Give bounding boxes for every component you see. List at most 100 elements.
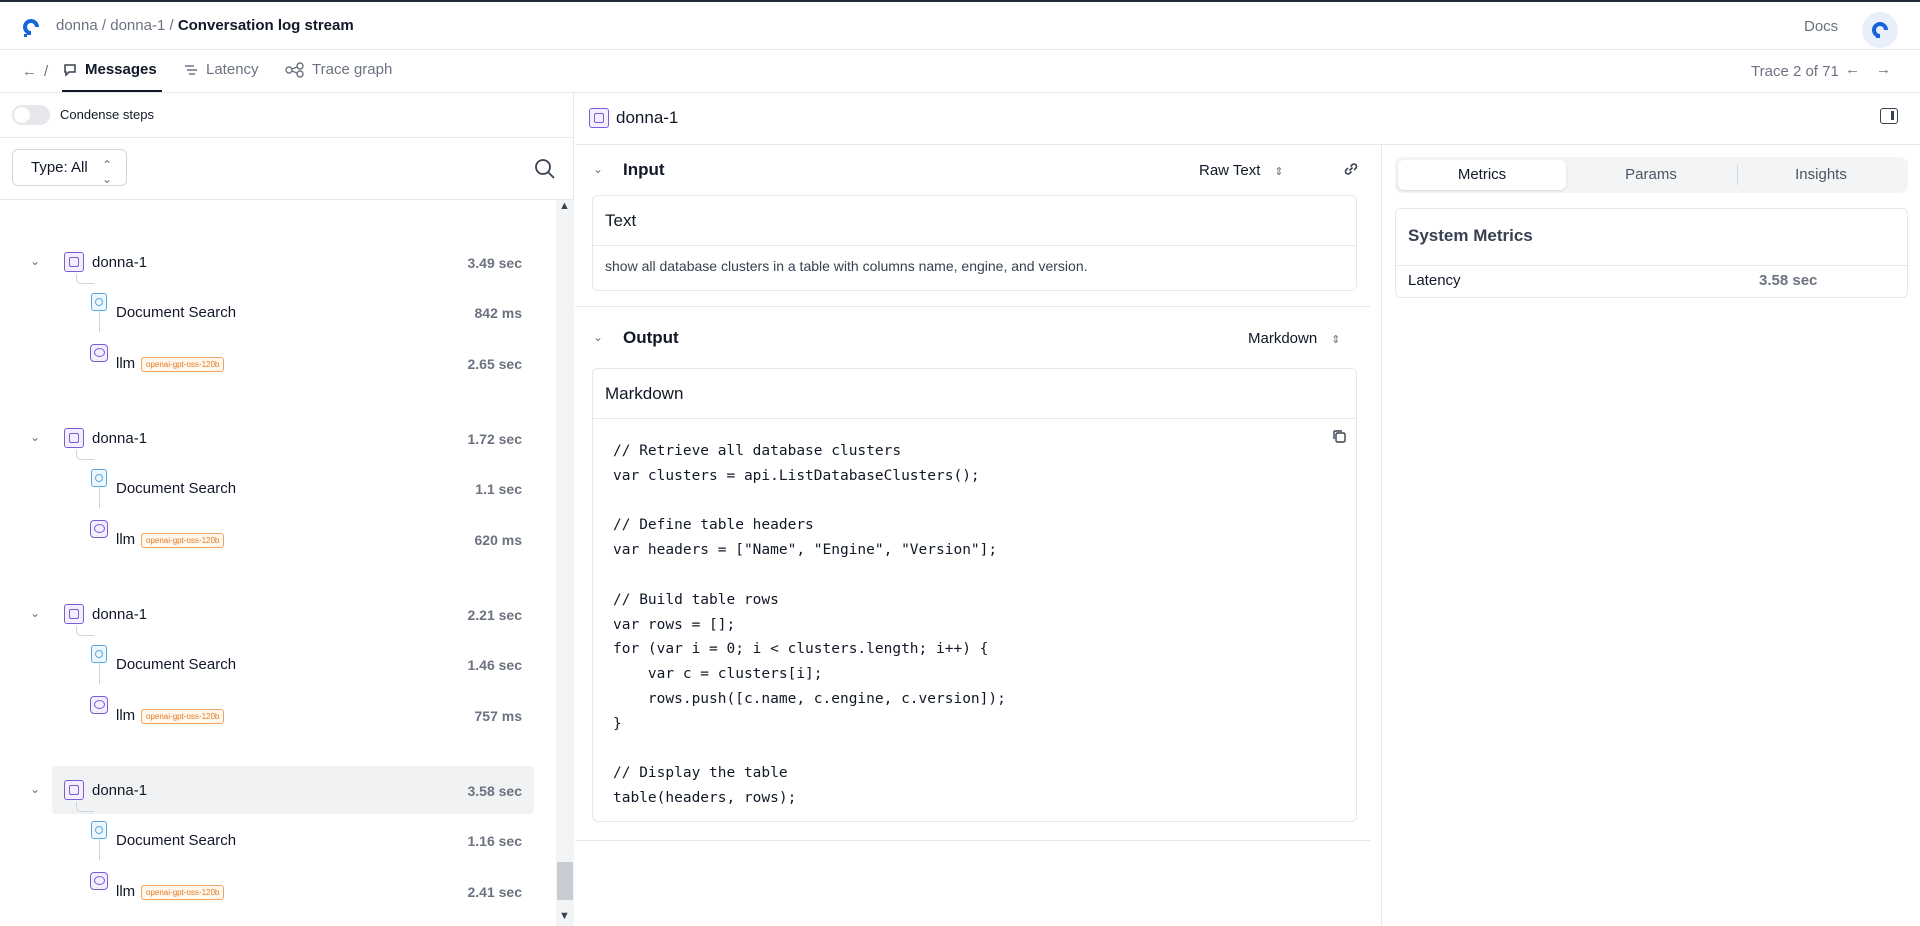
input-text: show all database clusters in a table wi… [605, 258, 1088, 274]
link-icon[interactable] [1342, 160, 1360, 178]
agent-icon [64, 428, 84, 448]
toggle-sidebar-icon[interactable] [1880, 108, 1898, 124]
back-arrow-icon[interactable]: ← [22, 63, 37, 80]
scroll-thumb[interactable] [557, 862, 573, 900]
output-section-header[interactable]: ⌄ Output Markdown ⇕ [575, 313, 1382, 361]
span-name: Document Search [116, 304, 237, 321]
child-span-row[interactable]: llm 757 ms openai-gpt-oss-120b [0, 694, 556, 740]
chevron-down-icon[interactable]: ⌄ [30, 254, 40, 268]
prev-trace-icon[interactable]: ← [1845, 61, 1860, 78]
span-duration: 1.72 sec [467, 431, 523, 447]
divider [1396, 265, 1907, 266]
breadcrumb-agent[interactable]: donna-1 [110, 17, 165, 34]
search-icon[interactable] [534, 158, 556, 180]
breadcrumb: donna / donna-1 / Conversation log strea… [56, 17, 354, 34]
span-duration: 1.1 sec [475, 481, 522, 497]
span-name: donna-1 [92, 430, 148, 447]
chevron-down-icon[interactable]: ⌄ [30, 430, 40, 444]
message-icon [64, 63, 76, 77]
span-name: Document Search [116, 656, 237, 673]
output-code: // Retrieve all database clusters var cl… [613, 443, 1006, 807]
tab-metrics[interactable]: Metrics [1398, 160, 1566, 190]
span-duration: 2.21 sec [467, 607, 523, 623]
llm-brain-icon [90, 872, 108, 890]
trace-graph-icon [285, 61, 304, 78]
output-card-title: Markdown [593, 369, 1356, 419]
latency-icon [185, 64, 197, 75]
tab-latency[interactable]: Latency [183, 61, 259, 78]
scroll-down-icon[interactable]: ▼ [559, 910, 570, 922]
metrics-tab-group: Metrics Params Insights [1395, 157, 1908, 193]
child-span-row[interactable]: Document Search 1.1 sec [0, 467, 556, 513]
output-section-title: Output [623, 328, 679, 347]
condense-row: Condense steps [0, 93, 574, 138]
child-span-row[interactable]: llm 2.65 sec openai-gpt-oss-120b [0, 342, 556, 388]
child-span-row[interactable]: Document Search 1.46 sec [0, 643, 556, 689]
tab-label: Trace graph [312, 61, 393, 78]
chevron-down-icon[interactable]: ⌄ [593, 330, 603, 344]
active-tab-indicator [62, 90, 162, 92]
condense-steps-label: Condense steps [60, 107, 154, 122]
span-name: llm [116, 707, 136, 724]
type-filter-select[interactable]: Type: All ⌃ ⌄ [12, 149, 127, 186]
span-name: llm [116, 883, 136, 900]
tab-params[interactable]: Params [1567, 160, 1735, 190]
span-name: llm [116, 355, 136, 372]
llm-brain-icon [90, 344, 108, 362]
tab-trace-graph[interactable]: Trace graph [285, 61, 392, 78]
span-duration: 757 ms [474, 708, 522, 724]
span-duration: 3.58 sec [467, 783, 523, 799]
digitalocean-logo-icon [1872, 22, 1888, 38]
child-span-row[interactable]: llm 620 ms openai-gpt-oss-120b [0, 518, 556, 564]
output-format-value: Markdown [1248, 330, 1318, 347]
trace-counter: Trace 2 of 71 [1751, 63, 1839, 80]
tree-connector [76, 274, 94, 284]
digitalocean-logo-icon[interactable] [20, 16, 42, 38]
child-span-row[interactable]: Document Search 842 ms [0, 291, 556, 337]
chevron-up-down-icon: ⌃ ⌄ [101, 158, 112, 186]
breadcrumb-current: Conversation log stream [177, 17, 354, 34]
span-name: Document Search [116, 480, 237, 497]
span-duration: 620 ms [474, 532, 522, 548]
agent-icon [64, 780, 84, 800]
llm-brain-icon [90, 696, 108, 714]
input-format-select[interactable]: Raw Text ⇕ [1199, 162, 1284, 179]
chevron-down-icon[interactable]: ⌄ [593, 162, 603, 176]
span-tree: ⌄ donna-1 3.49 sec Document Search 842 ms llm… [0, 200, 556, 926]
span-name: donna-1 [92, 254, 148, 271]
document-search-icon [91, 469, 107, 487]
document-search-icon [91, 821, 107, 839]
breadcrumb-org[interactable]: donna [56, 17, 98, 34]
condense-steps-toggle[interactable] [12, 105, 50, 125]
child-span-row[interactable]: llm 2.41 sec openai-gpt-oss-120b [0, 870, 556, 916]
model-badge: openai-gpt-oss-120b [141, 885, 225, 900]
input-section-header[interactable]: ⌄ Input Raw Text ⇕ [575, 145, 1382, 193]
scroll-up-icon[interactable]: ▲ [559, 200, 570, 212]
span-duration: 1.46 sec [467, 657, 523, 673]
avatar[interactable] [1862, 12, 1898, 48]
tab-insights[interactable]: Insights [1737, 160, 1905, 190]
tab-bar: ← / Messages Latency Trace graph Trace 2… [0, 50, 1920, 93]
tree-scrollbar[interactable]: ▲ ▼ [556, 200, 574, 926]
detail-title: donna-1 [616, 108, 679, 127]
output-format-select[interactable]: Markdown ⇕ [1248, 330, 1340, 347]
span-duration: 3.49 sec [467, 255, 523, 271]
chevron-down-icon[interactable]: ⌄ [30, 606, 40, 620]
agent-icon [64, 604, 84, 624]
document-search-icon [91, 645, 107, 663]
tree-connector [76, 626, 94, 636]
tab-messages[interactable]: Messages [62, 61, 157, 78]
chevron-down-icon[interactable]: ⌄ [30, 782, 40, 796]
filter-row: Type: All ⌃ ⌄ [0, 138, 574, 200]
system-metrics-title: System Metrics [1408, 226, 1533, 245]
input-section-title: Input [623, 160, 665, 179]
span-name: donna-1 [92, 782, 148, 799]
child-span-row[interactable]: Document Search 1.16 sec [0, 819, 556, 865]
span-duration: 2.41 sec [467, 884, 523, 900]
input-format-value: Raw Text [1199, 162, 1261, 179]
next-trace-icon[interactable]: → [1876, 61, 1891, 78]
docs-link[interactable]: Docs [1804, 18, 1838, 35]
copy-icon[interactable] [1332, 429, 1346, 443]
system-metrics-card: System Metrics Latency 3.58 sec [1395, 208, 1908, 298]
metrics-panel: Metrics Params Insights System Metrics L… [1383, 145, 1920, 926]
